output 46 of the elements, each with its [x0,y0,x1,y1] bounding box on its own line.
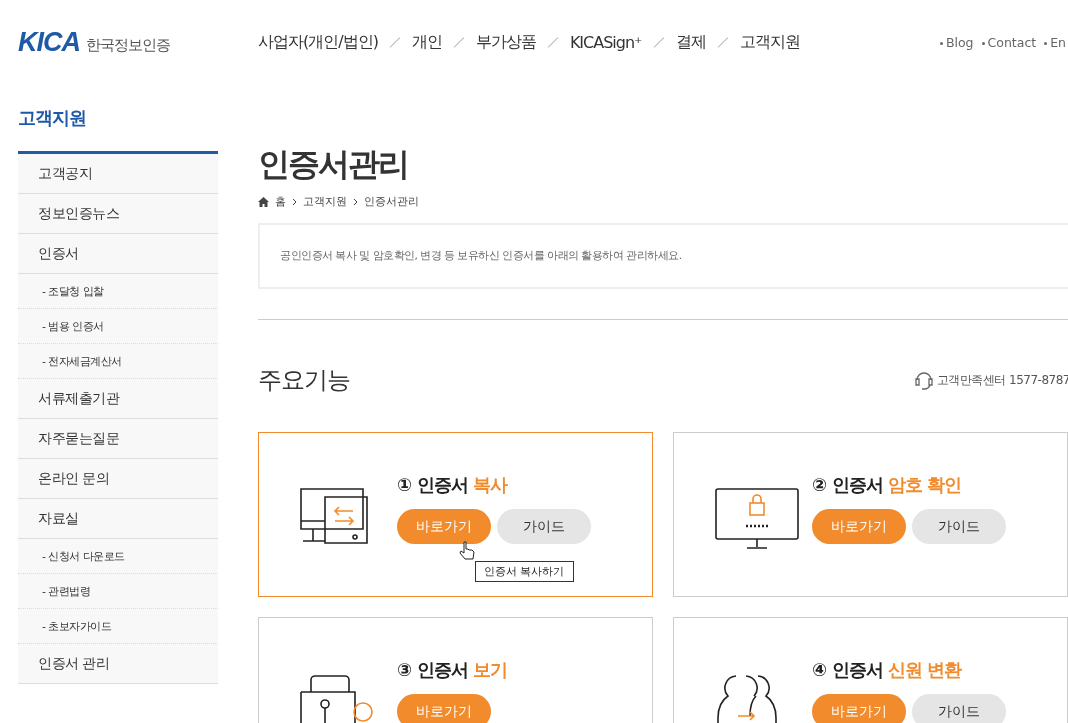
sidebar-item[interactable]: 서류제출기관 [18,379,218,419]
sidebar-item[interactable]: - 전자세금계산서 [18,344,218,379]
sidebar-item[interactable]: 인증서 관리 [18,644,218,684]
sidebar-title: 고객지원 [18,106,87,130]
sidebar-item[interactable]: 온라인 문의 [18,459,218,499]
guide-button[interactable]: 가이드 [912,694,1006,723]
sidebar-item[interactable]: 인증서 [18,234,218,274]
header-link[interactable]: En [1044,34,1066,50]
breadcrumb-link[interactable]: 홈 [275,194,286,209]
sidebar-item[interactable]: - 범용 인증서 [18,309,218,344]
card-title: ① 인증서 복사 [397,473,509,497]
sidebar-item[interactable]: 정보인증뉴스 [18,194,218,234]
sidebar-item[interactable]: 자주묻는질문 [18,419,218,459]
chevron-icon [292,198,297,205]
nav-link[interactable]: 부가상품 [475,31,536,53]
logo-name[interactable]: 한국정보인증 [86,35,170,58]
logo-mark[interactable]: KICA [18,26,80,58]
home-icon [258,196,269,207]
nav-link[interactable]: 고객지원 [739,31,800,53]
guide-button[interactable]: 가이드 [497,509,591,544]
sidebar-item[interactable]: - 관련법령 [18,574,218,609]
header-link[interactable]: Blog [939,34,974,50]
nav-link[interactable]: 개인 [411,31,442,53]
nav-link[interactable]: KICASign⁺ [569,32,642,52]
sidebar-item[interactable]: - 초보자가이드 [18,609,218,644]
breadcrumb-link[interactable]: 인증서관리 [364,194,419,209]
card-title: ③ 인증서 보기 [397,658,507,682]
nav-link[interactable]: 사업자(개인/법인) [258,31,378,53]
section-title: 주요기능 [258,365,350,396]
hand-cursor-icon [459,541,475,561]
guide-button[interactable]: 가이드 [912,509,1006,544]
monitor-lock-icon [714,487,800,551]
sidebar-item[interactable]: 고객공지 [18,154,218,194]
header-link[interactable]: Contact [981,34,1037,50]
nav-link[interactable]: 결제 [675,31,706,53]
card-title: ④ 인증서 신원 변환 [812,658,963,682]
sidebar-item[interactable]: - 조달청 입찰 [18,274,218,309]
sidebar-item[interactable]: 자료실 [18,499,218,539]
page-title: 인증서관리 [258,144,409,184]
breadcrumb-link[interactable]: 고객지원 [303,194,347,209]
tooltip: 인증서 복사하기 [475,561,574,582]
sidebar-item[interactable]: - 신청서 다운로드 [18,539,218,574]
card-title: ② 인증서 암호 확인 [812,473,963,497]
notice-text: 공인인증서 복사 및 암호확인, 변경 등 보유하신 인증서를 아래의 활용하여 관리하세요. [280,249,682,263]
support-phone: 고객만족센터 1577-8787 [936,371,1068,389]
chevron-icon [353,198,358,205]
